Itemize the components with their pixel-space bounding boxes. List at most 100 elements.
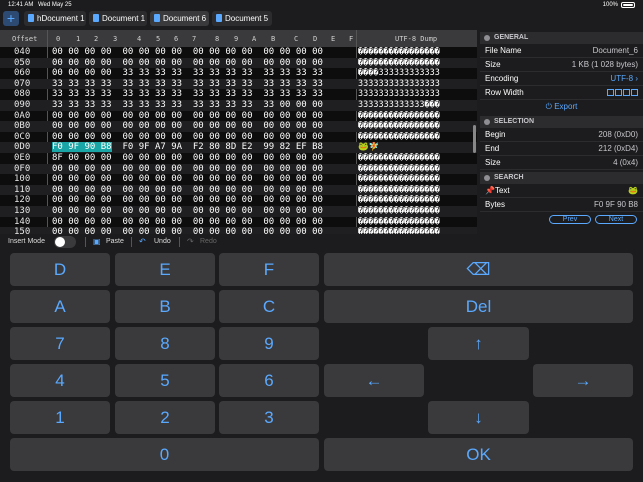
hex-row[interactable]: 060 00 00 00 00 33 33 33 33 33 33 33 33 3…: [0, 68, 477, 79]
hex-row[interactable]: 0E0 8F 00 00 00 00 00 00 00 00 00 00 00 0…: [0, 153, 477, 164]
undo-button[interactable]: Undo: [154, 238, 171, 245]
row-utf8-dump[interactable]: 3333333333333333: [358, 79, 476, 90]
key-5[interactable]: 5: [115, 364, 215, 397]
search-text-input[interactable]: 🐸: [628, 184, 638, 198]
encoding-row[interactable]: Encoding UTF-8 ›: [480, 72, 643, 86]
row-utf8-dump[interactable]: ����������������: [358, 227, 476, 234]
hex-row[interactable]: 130 00 00 00 00 00 00 00 00 00 00 00 00 0…: [0, 206, 477, 217]
selected-bytes[interactable]: F0 9F 90 B8: [52, 142, 112, 153]
key-f[interactable]: F: [219, 253, 319, 286]
row-bytes[interactable]: 00 00 00 00 00 00 00 00 00 00 00 00 00 0…: [52, 121, 323, 132]
hex-row[interactable]: 110 00 00 00 00 00 00 00 00 00 00 00 00 0…: [0, 184, 477, 196]
hex-row[interactable]: 080 33 33 33 33 33 33 33 33 33 33 33 33 3…: [0, 89, 477, 100]
key-3[interactable]: 3: [219, 401, 319, 434]
search-bytes-input[interactable]: F0 9F 90 B8: [594, 198, 638, 212]
row-bytes[interactable]: 33 33 33 33 33 33 33 33 33 33 33 33 33 0…: [52, 100, 323, 111]
row-utf8-dump[interactable]: ����������������: [358, 47, 476, 58]
key-9[interactable]: 9: [219, 327, 319, 360]
row-bytes[interactable]: 00 00 00 00 00 00 00 00 00 00 00 00 00 0…: [52, 185, 323, 196]
row-bytes[interactable]: F0 9F 90 B8 F0 9F A7 9A F2 80 8D E2 99 8…: [52, 142, 323, 153]
row-bytes[interactable]: 00 00 00 00 00 00 00 00 00 00 00 00 00 0…: [52, 164, 323, 175]
tab-document-h1[interactable]: hDocument 1: [24, 11, 86, 26]
row-utf8-dump[interactable]: ����������������: [358, 206, 476, 217]
hex-row[interactable]: 070 33 33 33 33 33 33 33 33 33 33 33 33 3…: [0, 78, 477, 90]
row-utf8-dump[interactable]: ����������������: [358, 164, 476, 175]
row-bytes[interactable]: 33 33 33 33 33 33 33 33 33 33 33 33 33 3…: [52, 89, 323, 100]
hex-row[interactable]: 0B0 00 00 00 00 00 00 00 00 00 00 00 00 0…: [0, 121, 477, 132]
tab-document-5[interactable]: Document 5: [212, 11, 272, 26]
row-bytes[interactable]: 00 00 00 00 00 00 00 00 00 00 00 00 00 0…: [52, 47, 323, 58]
key-b[interactable]: B: [115, 290, 215, 323]
tab-document-6[interactable]: Document 6: [150, 11, 209, 26]
hex-row[interactable]: 0C0 00 00 00 00 00 00 00 00 00 00 00 00 0…: [0, 132, 477, 143]
row-width-option-icon[interactable]: [623, 89, 630, 97]
export-button[interactable]: ⏻ Export: [480, 100, 643, 114]
hex-row[interactable]: 0A0 00 00 00 00 00 00 00 00 00 00 00 00 0…: [0, 111, 477, 122]
hex-row[interactable]: 140 00 00 00 00 00 00 00 00 00 00 00 00 0…: [0, 217, 477, 228]
arrow-right-key[interactable]: →: [533, 364, 633, 397]
redo-button[interactable]: Redo: [200, 238, 217, 245]
backspace-key[interactable]: ⌫: [324, 253, 633, 286]
key-7[interactable]: 7: [10, 327, 110, 360]
tab-document-1[interactable]: Document 1: [89, 11, 147, 26]
arrow-down-key[interactable]: ↓: [428, 401, 529, 434]
row-bytes-rest[interactable]: F0 9F A7 9A F2 80 8D E2 99 82 EF B8: [112, 142, 323, 152]
key-1[interactable]: 1: [10, 401, 110, 434]
row-width-option-icon[interactable]: [631, 89, 638, 97]
row-bytes[interactable]: 00 00 00 00 33 33 33 33 33 33 33 33 33 3…: [52, 68, 323, 79]
ok-key[interactable]: OK: [324, 438, 633, 471]
key-8[interactable]: 8: [115, 327, 215, 360]
hex-row[interactable]: 150 00 00 00 00 00 00 00 00 00 00 00 00 0…: [0, 227, 477, 234]
row-bytes[interactable]: 00 00 00 00 00 00 00 00 00 00 00 00 00 0…: [52, 174, 323, 185]
hex-row[interactable]: 0F0 00 00 00 00 00 00 00 00 00 00 00 00 0…: [0, 163, 477, 175]
row-utf8-dump[interactable]: ����������������: [358, 153, 476, 164]
row-utf8-dump[interactable]: ����333333333333: [358, 68, 476, 79]
scrollbar-thumb[interactable]: [473, 125, 476, 153]
row-bytes[interactable]: 00 00 00 00 00 00 00 00 00 00 00 00 00 0…: [52, 206, 323, 217]
hex-row[interactable]: 0D0 F0 9F 90 B8 F0 9F A7 9A F2 80 8D E2 9…: [0, 142, 477, 153]
hex-row[interactable]: 100 00 00 00 00 00 00 00 00 00 00 00 00 0…: [0, 174, 477, 185]
row-utf8-dump[interactable]: ����������������: [358, 132, 476, 143]
row-utf8-dump[interactable]: ����������������: [358, 217, 476, 228]
search-bytes-row[interactable]: Bytes F0 9F 90 B8: [480, 198, 643, 212]
row-bytes[interactable]: 00 00 00 00 00 00 00 00 00 00 00 00 00 0…: [52, 217, 323, 228]
arrow-left-key[interactable]: ←: [324, 364, 424, 397]
key-6[interactable]: 6: [219, 364, 319, 397]
row-utf8-dump[interactable]: ����������������: [358, 195, 476, 206]
row-bytes[interactable]: 8F 00 00 00 00 00 00 00 00 00 00 00 00 0…: [52, 153, 323, 164]
row-bytes[interactable]: 00 00 00 00 00 00 00 00 00 00 00 00 00 0…: [52, 58, 323, 69]
search-prev-button[interactable]: Prev: [549, 215, 591, 224]
search-text-row[interactable]: 📌Text 🐸: [480, 184, 643, 198]
row-utf8-dump[interactable]: ����������������: [358, 121, 476, 132]
file-name-row[interactable]: File Name Document_6: [480, 44, 643, 58]
row-utf8-dump[interactable]: 🐸🧚: [358, 142, 476, 153]
key-0[interactable]: 0: [10, 438, 319, 471]
row-width-selector[interactable]: [606, 86, 638, 100]
row-utf8-dump[interactable]: 3333333333333���: [358, 100, 476, 111]
row-bytes[interactable]: 00 00 00 00 00 00 00 00 00 00 00 00 00 0…: [52, 227, 323, 234]
insert-mode-toggle[interactable]: [54, 236, 76, 248]
paste-button[interactable]: Paste: [106, 238, 124, 245]
delete-key[interactable]: Del: [324, 290, 633, 323]
key-4[interactable]: 4: [10, 364, 110, 397]
row-utf8-dump[interactable]: ����������������: [358, 185, 476, 196]
add-tab-button[interactable]: +: [3, 11, 19, 26]
row-width-row[interactable]: Row Width: [480, 86, 643, 100]
row-bytes[interactable]: 00 00 00 00 00 00 00 00 00 00 00 00 00 0…: [52, 195, 323, 206]
key-d[interactable]: D: [10, 253, 110, 286]
row-bytes[interactable]: 00 00 00 00 00 00 00 00 00 00 00 00 00 0…: [52, 111, 323, 122]
row-bytes[interactable]: 00 00 00 00 00 00 00 00 00 00 00 00 00 0…: [52, 132, 323, 143]
hex-row[interactable]: 040 00 00 00 00 00 00 00 00 00 00 00 00 0…: [0, 47, 477, 58]
arrow-up-key[interactable]: ↑: [428, 327, 529, 360]
key-a[interactable]: A: [10, 290, 110, 323]
row-utf8-dump[interactable]: 3333333333333333: [358, 89, 476, 100]
hex-editor[interactable]: Offset 0 1 2 3 4 5 6 7 8 9 A B C D E F U…: [0, 30, 477, 234]
hex-row[interactable]: 050 00 00 00 00 00 00 00 00 00 00 00 00 0…: [0, 57, 477, 69]
search-next-button[interactable]: Next: [595, 215, 637, 224]
key-e[interactable]: E: [115, 253, 215, 286]
row-width-option-icon[interactable]: [615, 89, 622, 97]
row-utf8-dump[interactable]: ����������������: [358, 174, 476, 185]
row-bytes[interactable]: 33 33 33 33 33 33 33 33 33 33 33 33 33 3…: [52, 79, 323, 90]
key-2[interactable]: 2: [115, 401, 215, 434]
hex-row[interactable]: 120 00 00 00 00 00 00 00 00 00 00 00 00 0…: [0, 195, 477, 206]
